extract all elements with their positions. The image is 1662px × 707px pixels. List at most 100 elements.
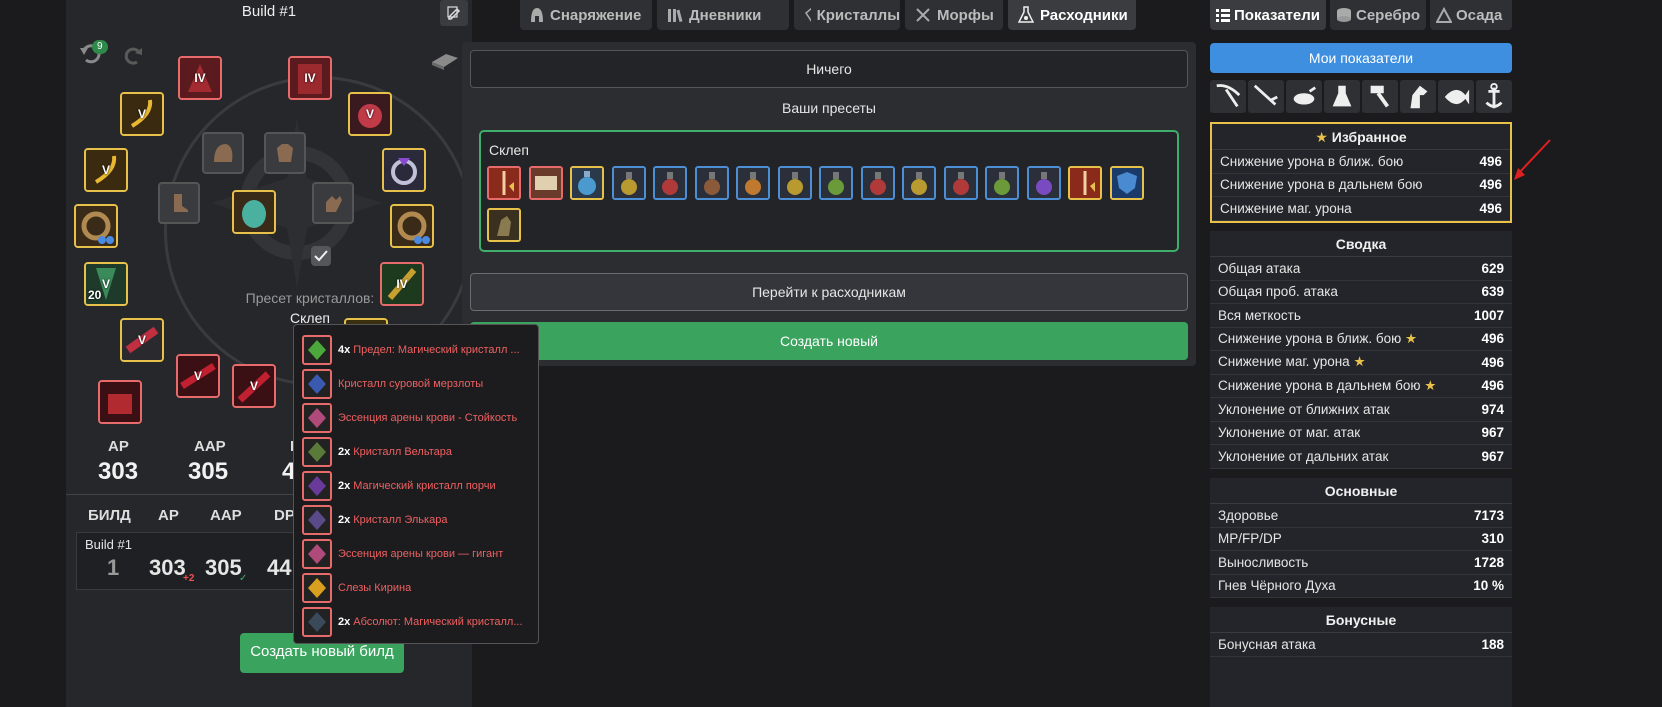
build-title: Build #1 [241,3,297,20]
equipment-slot-necklace[interactable]: V [348,92,392,136]
yellow-elixir-icon[interactable] [777,166,812,200]
crystal-icon [302,369,332,399]
stat-label: Снижение урона в дальнем бою [1220,177,1423,193]
helmet-icon [531,8,543,22]
costume-slot-armor[interactable] [264,132,306,174]
shield-buff-icon[interactable] [1109,166,1144,200]
orange-elixir-icon[interactable] [736,166,770,200]
yellow-elixir-icon[interactable] [611,166,646,200]
stat-label: Снижение урона в ближ. бою ★ [1218,330,1418,346]
stat-value: 496 [1481,378,1504,394]
red-elixir-icon[interactable] [943,166,978,200]
stat-row: Снижение урона в дальнем бою ★ 496 [1210,375,1512,398]
crystal-list-item[interactable]: 2x Магический кристалл порчи [302,469,496,503]
anchor-icon[interactable] [1476,80,1512,113]
stat-label: Уклонение от дальних атак [1218,448,1389,464]
red-arrow-annotation [1512,138,1552,182]
stat-label: Гнев Чёрного Духа [1218,578,1336,594]
tab-equipment[interactable]: Снаряжение [520,0,652,30]
costume-slot-gloves[interactable] [312,182,354,224]
tab-siege[interactable]: Осада [1430,0,1512,30]
red-elixir-icon[interactable] [860,166,895,200]
fish-icon[interactable] [1438,80,1474,113]
main-stats-title: Основные [1210,478,1512,504]
tab-silver[interactable]: Серебро [1330,0,1426,30]
red-buff-icon[interactable] [487,166,521,200]
hammer-icon[interactable] [1362,80,1398,113]
go-to-consumables-button[interactable]: Перейти к расходникам [470,273,1188,311]
tab-morphs[interactable]: Морфы [905,0,1003,30]
equipment-slot-ring-2[interactable] [74,204,118,248]
equipment-slot-artifact[interactable] [98,380,142,424]
alchemy-stone-slot[interactable] [232,190,276,234]
crystal-icon [302,403,332,433]
equipment-slot-awakening[interactable]: V [120,318,164,362]
stat-value: 496 [1481,331,1504,347]
crystal-list-item[interactable]: 4x Предел: Магический кристалл ... [302,333,520,367]
stat-label: Уклонение от ближних атак [1218,401,1390,417]
attack-buff-icon[interactable] [1068,166,1102,200]
alchemy-icon[interactable] [1324,80,1360,113]
equipment-slot-main-weapon[interactable]: 20 V [84,262,128,306]
crystal-list-item[interactable]: 2x Абсолют: Магический кристалл... [302,605,523,639]
stat-value: 496 [1479,177,1502,193]
tab-consumables[interactable]: Расходники [1008,0,1136,30]
costume-slot-shoes[interactable] [158,182,200,224]
crystal-list-item[interactable]: Слезы Кирина [302,571,411,605]
preset-card[interactable]: Склеп [479,130,1179,252]
row-build-name: Build #1 [85,537,132,552]
cooking-icon[interactable] [1286,80,1322,113]
deer-statue-icon[interactable] [487,208,521,242]
crystal-list-item[interactable]: Кристалл суровой мерзлоты [302,367,483,401]
equipment-slot-armor[interactable]: IV [288,56,332,100]
crystal-icon [302,437,332,467]
star-icon: ★ [1405,330,1418,346]
green-elixir-icon[interactable] [985,166,1019,200]
table-header-aap: AAP [210,507,242,524]
green-elixir-icon[interactable] [819,166,853,200]
equipment-slot-gloves[interactable]: V [176,354,220,398]
crystal-list-item[interactable]: 2x Кристалл Элькара [302,503,447,537]
fishing-rod-icon[interactable] [1248,80,1284,113]
stat-value: 310 [1481,531,1504,547]
tab-diaries[interactable]: Дневники [657,0,789,30]
blue-perfume-icon[interactable] [570,166,604,200]
stat-value: 639 [1481,284,1504,300]
stat-value: 496 [1479,200,1502,216]
stat-row: Уклонение от ближних атак 974 [1210,398,1512,422]
purple-elixir-icon[interactable] [1026,166,1061,200]
stat-row: Общая проб. атака 639 [1210,281,1512,304]
pickaxe-icon[interactable] [1210,80,1246,113]
tab-crystals[interactable]: Кристаллы [794,0,900,30]
castle-icon [1436,7,1452,23]
stat-row: Уклонение от маг. атак 967 [1210,422,1512,445]
my-stats-button[interactable]: Мои показатели [1210,43,1512,73]
red-elixir-icon[interactable] [653,166,687,200]
crystal-list-item[interactable]: Эссенция арены крови - Стойкость [302,401,517,435]
equipment-slot-earring-1[interactable]: V [120,92,164,136]
redo-button[interactable] [122,44,144,66]
book-icon[interactable] [430,48,460,70]
nothing-preset-button[interactable]: Ничего [470,50,1188,88]
create-new-preset-button[interactable]: Создать новый [470,322,1188,360]
equipment-slot-ring-1[interactable] [382,148,426,192]
equipment-slot-earring-2[interactable]: V [84,148,128,192]
brown-elixir-icon[interactable] [694,166,729,200]
edit-build-button[interactable] [440,0,468,26]
equipment-slot-belt[interactable] [390,204,434,248]
horse-icon[interactable] [1400,80,1436,113]
costume-slot-helmet[interactable] [202,132,244,174]
crystal-list-item[interactable]: 2x Кристалл Вельтара [302,435,452,469]
yellow-elixir-icon[interactable] [902,166,936,200]
tab-stats[interactable]: Показатели [1210,0,1326,30]
crystal-list-item[interactable]: Эссенция арены крови — гигант [302,537,503,571]
crystal-icon [302,471,332,501]
scroll-icon[interactable] [528,166,563,200]
stat-row: MP/FP/DP 310 [1210,528,1512,551]
stat-value: 1007 [1473,307,1504,323]
equipment-slot-helmet[interactable]: IV [178,56,222,100]
equipment-slot-shoes[interactable]: V [232,364,276,408]
preset-name: Склеп [489,142,529,158]
consumables-panel: Ничего Ваши пресеты Склеп Перейти к расх… [462,42,1196,366]
ap-value: 303 [98,458,139,485]
